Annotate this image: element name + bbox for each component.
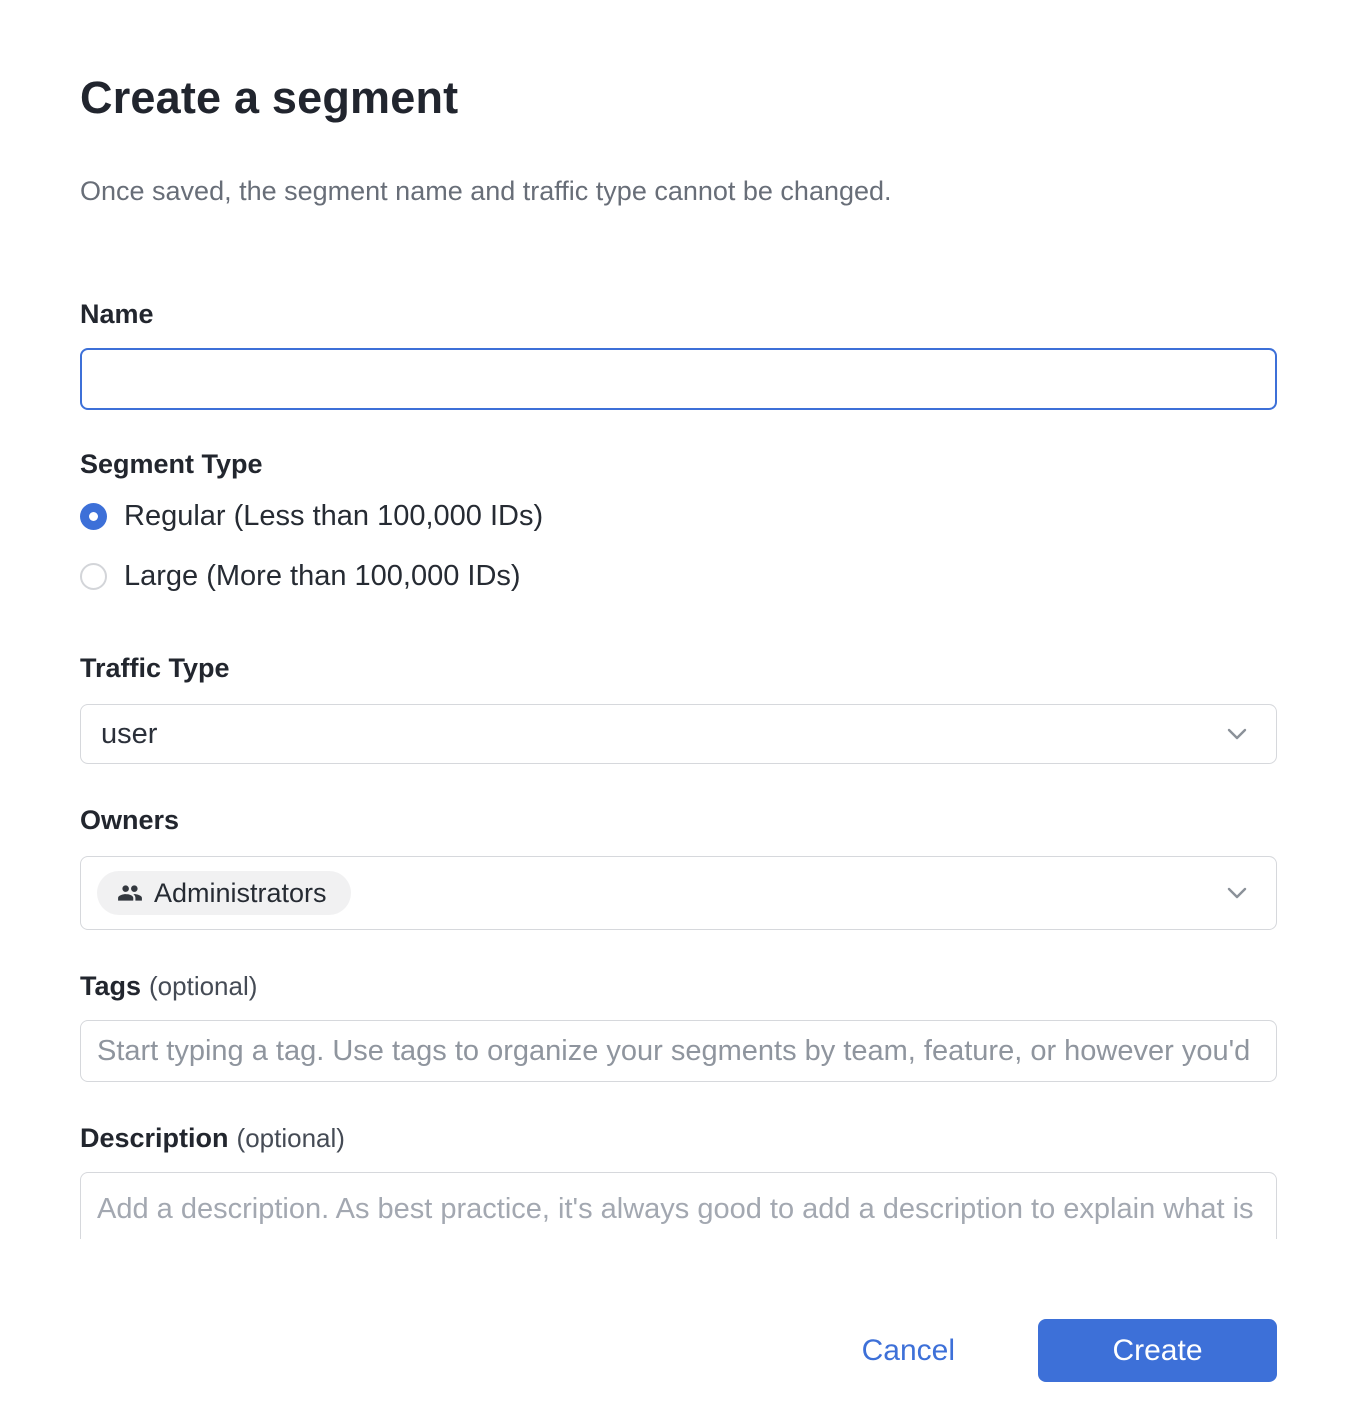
- description-textarea-clip: [80, 1172, 1277, 1239]
- traffic-type-select[interactable]: user: [80, 704, 1277, 764]
- radio-large-label: Large (More than 100,000 IDs): [124, 558, 521, 594]
- name-label: Name: [80, 298, 1277, 330]
- description-label-text: Description: [80, 1123, 229, 1153]
- tags-label-text: Tags: [80, 971, 141, 1001]
- traffic-type-value: user: [101, 718, 1222, 751]
- description-section: Description (optional): [80, 1122, 1277, 1239]
- radio-regular-label: Regular (Less than 100,000 IDs): [124, 498, 543, 534]
- dialog-subtitle: Once saved, the segment name and traffic…: [80, 174, 1277, 208]
- people-icon: [117, 880, 143, 906]
- tags-section: Tags (optional): [80, 970, 1277, 1082]
- owners-section: Owners Administrators: [80, 804, 1277, 930]
- owner-chip-label: Administrators: [154, 878, 327, 909]
- segment-type-section: Segment Type Regular (Less than 100,000 …: [80, 448, 1277, 594]
- chevron-down-icon: [1222, 878, 1252, 908]
- owners-select[interactable]: Administrators: [80, 856, 1277, 930]
- tags-optional-text: (optional): [149, 971, 257, 1001]
- create-button[interactable]: Create: [1038, 1319, 1277, 1382]
- radio-button-icon[interactable]: [80, 563, 107, 590]
- description-label: Description (optional): [80, 1122, 1277, 1154]
- tags-label: Tags (optional): [80, 970, 1277, 1002]
- traffic-type-section: Traffic Type user: [80, 652, 1277, 764]
- chevron-down-icon: [1222, 719, 1252, 749]
- owners-label: Owners: [80, 804, 1277, 836]
- page-title: Create a segment: [80, 72, 1277, 124]
- tags-input[interactable]: [80, 1020, 1277, 1082]
- segment-type-label: Segment Type: [80, 448, 1277, 480]
- radio-regular[interactable]: Regular (Less than 100,000 IDs): [80, 498, 1277, 534]
- description-textarea[interactable]: [80, 1172, 1277, 1239]
- radio-button-icon[interactable]: [80, 503, 107, 530]
- dialog-footer: Cancel Create: [80, 1319, 1277, 1382]
- owner-chip-administrators[interactable]: Administrators: [97, 871, 351, 915]
- description-optional-text: (optional): [237, 1123, 345, 1153]
- cancel-button[interactable]: Cancel: [842, 1324, 975, 1378]
- create-segment-dialog: Create a segment Once saved, the segment…: [0, 0, 1354, 1382]
- radio-large[interactable]: Large (More than 100,000 IDs): [80, 558, 1277, 594]
- segment-name-input[interactable]: [80, 348, 1277, 410]
- traffic-type-label: Traffic Type: [80, 652, 1277, 684]
- name-section: Name: [80, 298, 1277, 410]
